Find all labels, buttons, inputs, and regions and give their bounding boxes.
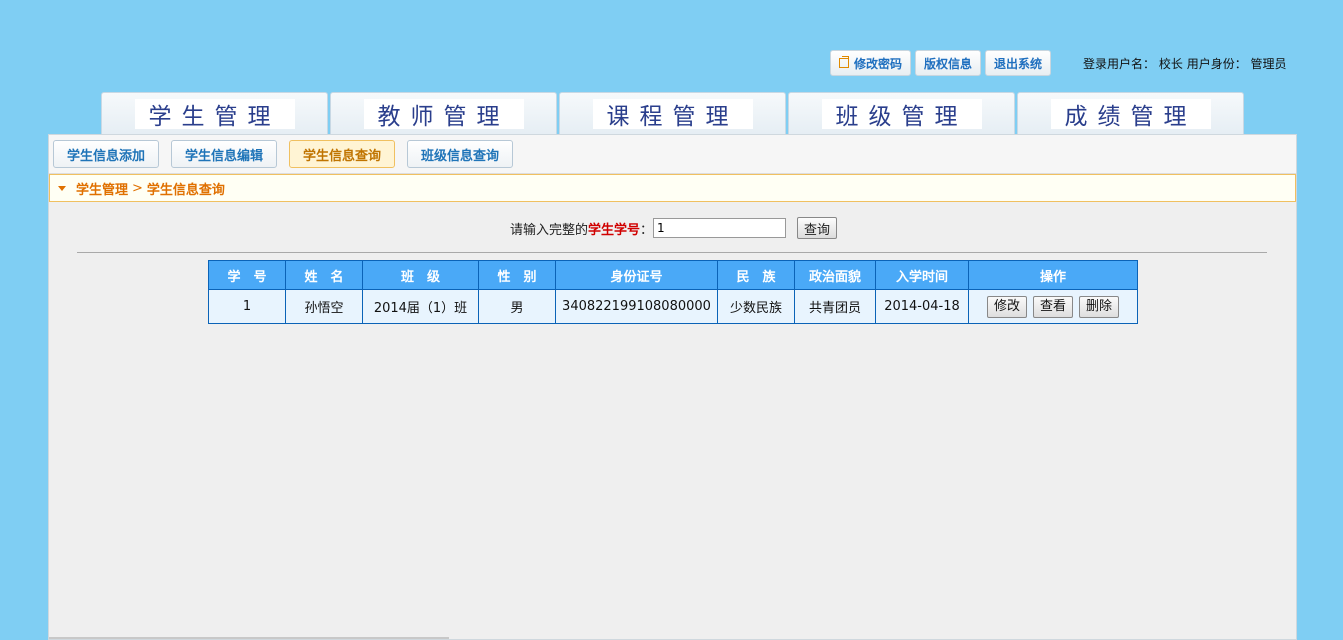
cell-enroll-date: 2014-04-18 [875, 289, 969, 324]
cell-actions: 修改 查看 删除 [968, 289, 1138, 324]
nav-teacher-management[interactable]: 教师管理 [330, 92, 557, 134]
cell-name: 孙悟空 [285, 289, 363, 324]
nav-label: 学生管理 [134, 98, 295, 130]
header-actions: 操作 [968, 260, 1138, 290]
breadcrumb: 学生管理 > 学生信息查询 [49, 174, 1296, 202]
nav-student-management[interactable]: 学生管理 [101, 92, 328, 134]
search-colon: ： [640, 222, 654, 238]
nav-label: 课程管理 [592, 98, 753, 130]
tab-class-query[interactable]: 班级信息查询 [407, 140, 514, 168]
edit-button[interactable]: 修改 [986, 295, 1027, 318]
tab-student-edit[interactable]: 学生信息编辑 [171, 140, 278, 168]
cell-class: 2014届（1）班 [362, 289, 479, 324]
content-panel: 学生信息添加 学生信息编辑 学生信息查询 班级信息查询 学生管理 > 学生信息查… [48, 134, 1297, 640]
search-field-label: 学生学号 [588, 222, 641, 238]
main-nav: 学生管理 教师管理 课程管理 班级管理 成绩管理 [101, 92, 1246, 134]
student-id-input[interactable] [653, 218, 787, 238]
search-prompt: 请输入完整的 [510, 222, 589, 238]
header-name: 姓 名 [285, 260, 363, 290]
login-user-value: 校长 [1158, 57, 1183, 71]
table-header-row: 学 号 姓 名 班 级 性 别 身份证号 民 族 政治面貌 入学时间 操作 [208, 260, 1138, 290]
header-id-card: 身份证号 [555, 260, 718, 290]
role-value: 管理员 [1250, 57, 1287, 71]
breadcrumb-current: 学生信息查询 [146, 182, 225, 198]
login-user-label: 登录用户名： [1083, 57, 1156, 71]
search-bar: 请输入完整的学生学号： 查询 [510, 217, 838, 239]
user-info: 登录用户名： 校长 用户身份： 管理员 [1083, 55, 1287, 72]
header-enroll-date: 入学时间 [875, 260, 969, 290]
view-button[interactable]: 查看 [1032, 295, 1073, 318]
nav-class-management[interactable]: 班级管理 [788, 92, 1015, 134]
change-password-button[interactable]: 修改密码 [830, 50, 912, 76]
sub-nav: 学生信息添加 学生信息编辑 学生信息查询 班级信息查询 [49, 135, 1296, 174]
header-gender: 性 别 [478, 260, 556, 290]
cell-student-id: 1 [208, 289, 286, 324]
utility-toolbar: 修改密码 版权信息 退出系统 [830, 49, 1052, 77]
logout-button[interactable]: 退出系统 [985, 50, 1052, 76]
cell-ethnicity: 少数民族 [717, 289, 795, 324]
cell-political: 共青团员 [794, 289, 876, 324]
horizontal-scrollbar[interactable] [49, 637, 449, 639]
breadcrumb-root[interactable]: 学生管理 [76, 179, 128, 198]
divider [77, 252, 1267, 253]
header-political: 政治面貌 [794, 260, 876, 290]
external-link-icon [839, 56, 849, 68]
nav-course-management[interactable]: 课程管理 [559, 92, 786, 134]
copyright-info-button[interactable]: 版权信息 [915, 50, 982, 76]
header-ethnicity: 民 族 [717, 260, 795, 290]
tab-student-add[interactable]: 学生信息添加 [53, 140, 160, 168]
breadcrumb-separator: > [132, 180, 143, 196]
tab-student-query[interactable]: 学生信息查询 [289, 140, 396, 168]
header-student-id: 学 号 [208, 260, 286, 290]
header-class: 班 级 [362, 260, 479, 290]
nav-label: 班级管理 [821, 98, 982, 130]
cell-id-card: 340822199108080000 [555, 289, 718, 324]
student-table: 学 号 姓 名 班 级 性 别 身份证号 民 族 政治面貌 入学时间 操作 1 … [208, 260, 1138, 324]
query-button[interactable]: 查询 [797, 217, 838, 239]
caret-down-icon [58, 185, 66, 191]
table-row: 1 孙悟空 2014届（1）班 男 340822199108080000 少数民… [208, 289, 1138, 324]
nav-label: 教师管理 [363, 98, 524, 130]
nav-grade-management[interactable]: 成绩管理 [1017, 92, 1244, 134]
nav-label: 成绩管理 [1050, 98, 1211, 130]
role-label: 用户身份： [1186, 57, 1247, 71]
delete-button[interactable]: 删除 [1079, 295, 1120, 318]
cell-gender: 男 [478, 289, 556, 324]
